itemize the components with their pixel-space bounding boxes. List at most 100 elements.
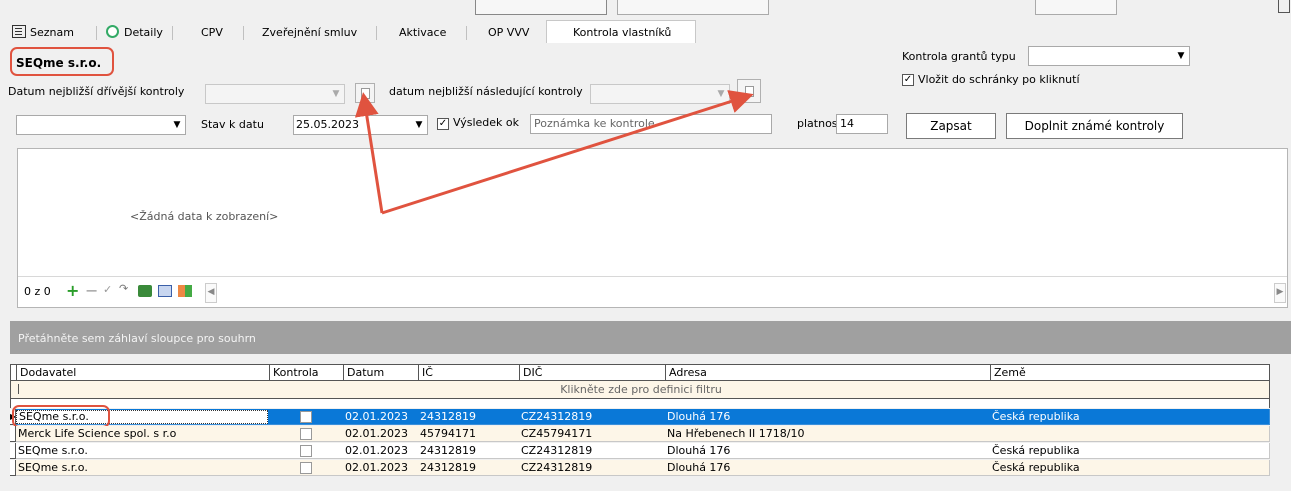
column-header-kontrola[interactable]: Kontrola: [269, 364, 344, 381]
table-row[interactable]: Merck Life Science spol. s r.o 02.01.202…: [10, 426, 1270, 442]
scroll-left-icon[interactable]: ◀: [205, 283, 217, 303]
copy-prev-button[interactable]: [355, 83, 375, 103]
cell-ic[interactable]: 45794171: [418, 426, 520, 442]
toolbar-field[interactable]: [475, 0, 607, 15]
write-button[interactable]: Zapsat: [906, 113, 996, 139]
add-icon[interactable]: +: [66, 281, 79, 300]
chevron-down-icon: ▼: [1177, 51, 1185, 61]
cell-datum[interactable]: 02.01.2023: [343, 409, 419, 425]
cell-kontrola[interactable]: [269, 409, 344, 425]
column-header-dic[interactable]: DIČ: [519, 364, 666, 381]
cell-dic[interactable]: CZ24312819: [519, 443, 666, 459]
group-by-panel[interactable]: Přetáhněte sem záhlaví sloupce pro souhr…: [10, 321, 1291, 354]
subgrid: <Žádná data k zobrazení> 0 z 0 + − ✓ ↷ ◀…: [17, 148, 1288, 308]
cell-dodavatel[interactable]: Merck Life Science spol. s r.o: [16, 426, 270, 442]
stav-label: Stav k datu: [201, 118, 264, 131]
annotation-highlight: [12, 405, 110, 428]
chevron-down-icon: ▼: [717, 89, 725, 99]
next-check-label: datum nejbližší následující kontroly: [389, 85, 583, 98]
grid-spacer: [10, 399, 1270, 408]
group-hint: Přetáhněte sem záhlaví sloupce pro souhr…: [18, 332, 256, 345]
kontrola-checkbox[interactable]: [300, 428, 312, 440]
column-header-ic[interactable]: IČ: [418, 364, 520, 381]
validity-input[interactable]: 14: [836, 114, 888, 134]
cell-adresa[interactable]: Dlouhá 176: [665, 443, 991, 459]
tab-label: OP VVV: [488, 26, 530, 39]
kontrola-checkbox[interactable]: [300, 445, 312, 457]
result-ok-checkbox[interactable]: ✓: [437, 118, 449, 130]
chevron-down-icon: ▼: [415, 120, 423, 130]
cell-kontrola[interactable]: [269, 426, 344, 442]
result-ok-label: Výsledek ok: [453, 116, 520, 129]
kontrola-checkbox[interactable]: [300, 411, 312, 423]
chevron-down-icon: ▼: [332, 89, 340, 99]
next-check-select[interactable]: ▼: [590, 84, 730, 104]
column-header-datum[interactable]: Datum: [343, 364, 419, 381]
cell-zeme[interactable]: Česká republika: [990, 409, 1270, 425]
cell-dodavatel[interactable]: SEQme s.r.o.: [16, 443, 270, 459]
grid-layout-icon[interactable]: [178, 285, 192, 297]
prev-check-label: Datum nejbližší dřívější kontroly: [8, 85, 185, 98]
cell-zeme[interactable]: Česká republika: [990, 443, 1270, 459]
tab-op-vvv[interactable]: OP VVV: [482, 22, 535, 43]
tab-seznam[interactable]: Seznam: [6, 22, 80, 43]
cell-datum[interactable]: 02.01.2023: [343, 460, 419, 476]
chevron-down-icon: ▼: [173, 120, 181, 130]
cell-adresa[interactable]: Dlouhá 176: [665, 460, 991, 476]
check-icon[interactable]: ✓: [103, 283, 112, 296]
cell-ic[interactable]: 24312819: [418, 443, 520, 459]
tab-detaily[interactable]: Detaily: [100, 22, 169, 43]
scroll-right-icon[interactable]: ▶: [1274, 283, 1286, 303]
note-input[interactable]: Poznámka ke kontrole: [530, 114, 772, 134]
annotation-highlight: [10, 47, 114, 76]
subgrid-empty-text: <Žádná data k zobrazení>: [130, 210, 279, 223]
copy-clipboard-checkbox[interactable]: ✓: [902, 74, 914, 86]
cell-dodavatel[interactable]: SEQme s.r.o.: [16, 460, 270, 476]
excel-export-icon[interactable]: [138, 285, 152, 297]
cell-kontrola[interactable]: [269, 460, 344, 476]
column-header-adresa[interactable]: Adresa: [665, 364, 991, 381]
tab-bar: Seznam Detaily CPV Zveřejnění smluv Akti…: [0, 20, 1291, 45]
grant-type-select[interactable]: ▼: [1028, 46, 1190, 66]
table-row[interactable]: SEQme s.r.o. 02.01.2023 24312819 CZ24312…: [10, 443, 1270, 459]
copy-next-button[interactable]: [737, 79, 761, 103]
record-counter: 0 z 0: [24, 285, 51, 298]
cell-ic[interactable]: 24312819: [418, 409, 520, 425]
prev-check-select[interactable]: ▼: [205, 84, 345, 104]
tab-label: Aktivace: [399, 26, 447, 39]
column-header-zeme[interactable]: Země: [990, 364, 1270, 381]
tab-label: Detaily: [124, 26, 163, 39]
fill-known-checks-button[interactable]: Doplnit známé kontroly: [1006, 113, 1183, 139]
toolbar-field[interactable]: [617, 0, 769, 15]
cell-zeme[interactable]: [990, 426, 1270, 442]
magnifier-icon: [106, 25, 119, 38]
tab-cpv[interactable]: CPV: [195, 22, 229, 43]
cell-dic[interactable]: CZ24312819: [519, 409, 666, 425]
cell-kontrola[interactable]: [269, 443, 344, 459]
cell-dic[interactable]: CZ24312819: [519, 460, 666, 476]
copy-icon: [361, 88, 370, 99]
kontrola-checkbox[interactable]: [300, 462, 312, 474]
remove-icon[interactable]: −: [85, 281, 98, 300]
print-icon[interactable]: [158, 285, 172, 297]
top-toolbar-strip: [0, 0, 1291, 22]
tab-kontrola-vlastniku[interactable]: Kontrola vlastníků: [546, 20, 696, 43]
cell-datum[interactable]: 02.01.2023: [343, 426, 419, 442]
tab-label: CPV: [201, 26, 223, 39]
column-header-dodavatel[interactable]: Dodavatel: [16, 364, 270, 381]
cell-ic[interactable]: 24312819: [418, 460, 520, 476]
filter-row[interactable]: Klikněte zde pro definici filtru: [10, 381, 1270, 399]
toolbar-icon[interactable]: [1278, 0, 1290, 13]
toolbar-field[interactable]: [1035, 0, 1117, 15]
tab-aktivace[interactable]: Aktivace: [393, 22, 452, 43]
undo-icon[interactable]: ↷: [119, 282, 128, 295]
stav-date-picker[interactable]: 25.05.2023 ▼: [293, 115, 428, 135]
cell-adresa[interactable]: Na Hřebenech II 1718/10: [665, 426, 991, 442]
cell-zeme[interactable]: Česká republika: [990, 460, 1270, 476]
cell-datum[interactable]: 02.01.2023: [343, 443, 419, 459]
table-row[interactable]: SEQme s.r.o. 02.01.2023 24312819 CZ24312…: [10, 460, 1270, 476]
cell-adresa[interactable]: Dlouhá 176: [665, 409, 991, 425]
cell-dic[interactable]: CZ45794171: [519, 426, 666, 442]
filter-select[interactable]: ▼: [16, 115, 186, 135]
tab-zverejneni-smluv[interactable]: Zveřejnění smluv: [256, 22, 363, 43]
